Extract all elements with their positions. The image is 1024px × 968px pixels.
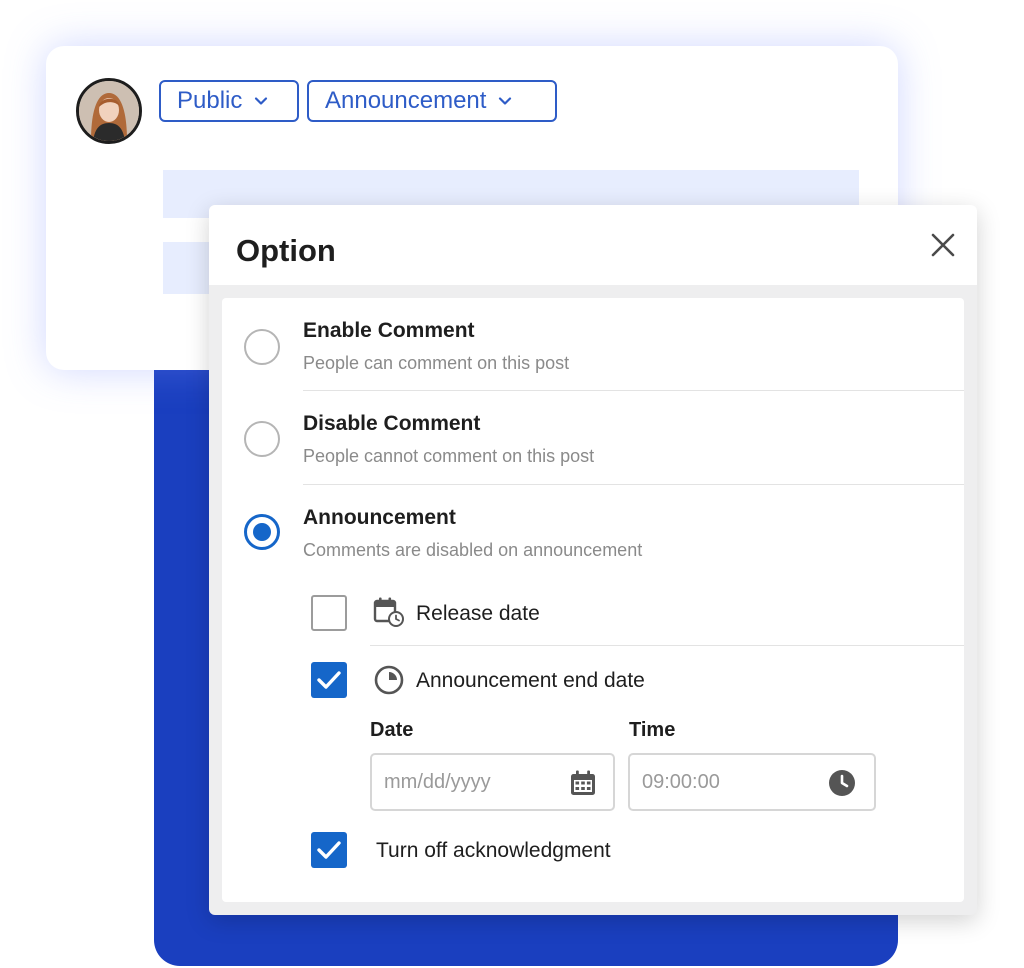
modal-body: Enable Comment People can comment on thi… xyxy=(222,298,964,902)
time-input[interactable] xyxy=(642,755,802,809)
option-title-enable-comment: Enable Comment xyxy=(303,319,475,342)
divider xyxy=(303,390,964,391)
option-desc-announcement: Comments are disabled on announcement xyxy=(303,540,643,560)
radio-disable-comment[interactable] xyxy=(244,421,280,457)
option-title-announcement: Announcement xyxy=(303,506,456,529)
acknowledgment-checkbox[interactable] xyxy=(311,832,347,868)
time-field[interactable] xyxy=(628,753,876,811)
checkmark-icon xyxy=(317,841,341,859)
avatar[interactable] xyxy=(76,78,142,144)
modal-header: Option xyxy=(209,205,977,285)
option-title-disable-comment: Disable Comment xyxy=(303,412,481,435)
option-desc-disable-comment: People cannot comment on this post xyxy=(303,446,595,466)
release-date-checkbox[interactable] xyxy=(311,595,347,631)
modal-title: Option xyxy=(236,233,336,268)
visibility-dropdown[interactable]: Public xyxy=(159,80,299,122)
post-type-dropdown[interactable]: Announcement xyxy=(307,80,557,122)
option-desc-enable-comment: People can comment on this post xyxy=(303,353,570,373)
time-field-label: Time xyxy=(629,719,676,741)
option-modal: Option Enable Comment People can comment… xyxy=(209,205,977,915)
chevron-down-icon xyxy=(255,97,268,105)
chevron-down-icon xyxy=(499,97,512,105)
post-type-label: Announcement xyxy=(325,87,487,114)
radio-enable-comment[interactable] xyxy=(244,329,280,365)
radio-announcement[interactable] xyxy=(244,514,280,550)
date-input[interactable] xyxy=(384,755,544,809)
pie-clock-icon xyxy=(374,665,404,695)
checkmark-icon xyxy=(317,671,341,689)
date-field-label: Date xyxy=(370,719,414,741)
divider xyxy=(303,484,964,485)
close-icon[interactable] xyxy=(929,231,957,259)
end-date-label: Announcement end date xyxy=(416,669,645,692)
release-date-label: Release date xyxy=(416,602,540,625)
visibility-label: Public xyxy=(177,87,243,114)
clock-icon[interactable] xyxy=(828,769,856,797)
divider xyxy=(370,645,964,646)
end-date-checkbox[interactable] xyxy=(311,662,347,698)
date-field[interactable] xyxy=(370,753,615,811)
calendar-icon[interactable] xyxy=(569,769,597,797)
calendar-clock-icon xyxy=(373,597,404,627)
acknowledgment-label: Turn off acknowledgment xyxy=(376,839,611,862)
